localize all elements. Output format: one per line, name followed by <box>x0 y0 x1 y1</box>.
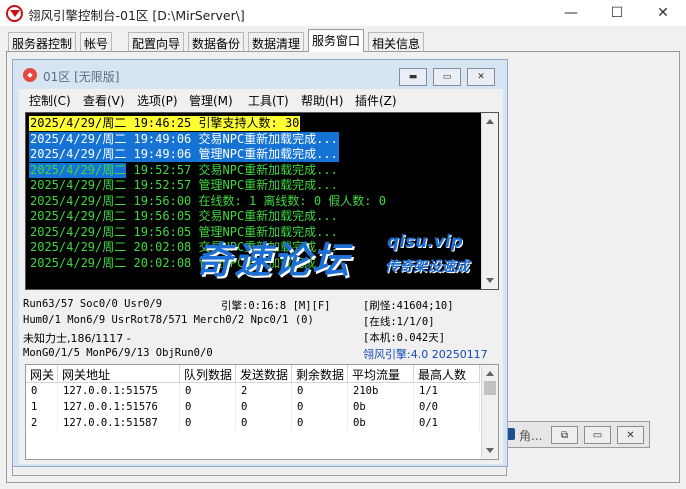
scroll-down-icon[interactable] <box>486 448 494 453</box>
column-header[interactable]: 网关地址 <box>58 365 180 383</box>
window-title: 翎风引擎控制台-01区 [D:\MirServer\] <box>28 8 245 23</box>
column-header[interactable]: 最高人数 <box>414 365 480 383</box>
cell-sent: 0 <box>236 399 292 415</box>
column-header[interactable]: 发送数据 <box>236 365 292 383</box>
cell-address: 127.0.0.1:51587 <box>58 415 180 431</box>
log-line: 2025/4/29/周二 19:56:00 在线数: 1 离线数: 0 假人数:… <box>29 193 387 209</box>
tab-data-backup[interactable]: 数据备份 <box>188 32 245 52</box>
log-line: 2025/4/29/周二 19:49:06 管理NPC重新加载完成... <box>29 147 339 162</box>
cell-gateway: 2 <box>26 415 58 431</box>
tab-server-control[interactable]: 服务器控制 <box>8 32 77 52</box>
column-header[interactable]: 网关 <box>26 365 58 383</box>
scroll-thumb[interactable] <box>484 381 496 395</box>
column-header[interactable]: 剩余数据 <box>292 365 348 383</box>
menu-control[interactable]: 控制(C) <box>29 92 71 109</box>
maximize-button[interactable]: ▭ <box>584 426 611 444</box>
tab-related-info[interactable]: 相关信息 <box>368 32 425 52</box>
cell-remaining: 0 <box>292 383 348 399</box>
log-line: 2025/4/29/周二 19:52:57 管理NPC重新加载完成... <box>29 178 339 193</box>
main-tabbar: 服务器控制 帐号 配置向导 数据备份 数据清理 服务窗口 相关信息 <box>0 26 686 52</box>
scroll-down-icon[interactable] <box>486 278 494 283</box>
menu-view[interactable]: 查看(V) <box>83 92 125 109</box>
child-content: 2025/4/29/周二 19:46:25 引擎支持人数: 30 2025/4/2… <box>19 110 503 464</box>
stat-spawn: [刷怪:41604;10] <box>363 300 454 312</box>
cell-max-users: 1/1 <box>414 383 480 399</box>
stat-online: [在线:1/1/0] <box>363 316 435 328</box>
cell-gateway: 0 <box>26 383 58 399</box>
tab-account[interactable]: 帐号 <box>80 32 113 52</box>
tab-service-window[interactable]: 服务窗口 <box>308 29 365 52</box>
child-close-button[interactable]: ✕ <box>467 68 495 86</box>
cell-remaining: 0 <box>292 399 348 415</box>
column-header[interactable]: 队列数据 <box>180 365 236 383</box>
stat-monster: 未知力士,186/1117 - <box>23 332 131 345</box>
column-header[interactable]: 平均流量 <box>348 365 414 383</box>
child-titlebar: ◆ 01区 [无限版] ▬ ▭ ✕ <box>13 60 507 88</box>
minimize-button[interactable]: — <box>548 0 594 26</box>
log-line: 2025/4/29/周二 19:56:05 交易NPC重新加载完成... <box>29 209 339 224</box>
cell-queue: 0 <box>180 399 236 415</box>
cell-traffic: 210b <box>348 383 414 399</box>
menu-plugins[interactable]: 插件(Z) <box>355 92 397 109</box>
table-scrollbar[interactable] <box>481 365 498 459</box>
server-child-window: ◆ 01区 [无限版] ▬ ▭ ✕ 控制(C) 查看(V) 选项(P) 管理(M… <box>12 59 508 467</box>
window-titlebar: 翎风引擎控制台-01区 [D:\MirServer\] — ☐ ✕ <box>0 0 686 26</box>
menu-help[interactable]: 帮助(H) <box>301 92 343 109</box>
menubar: 控制(C) 查看(V) 选项(P) 管理(M) 工具(T) 帮助(H) 插件(Z… <box>19 89 503 110</box>
background-window-title: 角... <box>519 429 543 443</box>
menu-manage[interactable]: 管理(M) <box>189 92 233 109</box>
log-line: 2025/4/29/周二 19:56:05 管理NPC重新加载完成... <box>29 224 339 240</box>
log-line: 2025/4/29/周二 20:02:08 交易NPC重新加载完成... <box>29 240 339 255</box>
cell-queue: 0 <box>180 383 236 399</box>
cell-queue: 0 <box>180 415 236 431</box>
stat-uptime: [本机:0.042天] <box>363 332 446 344</box>
scroll-up-icon[interactable] <box>486 371 494 376</box>
menu-tools[interactable]: 工具(T) <box>248 92 289 109</box>
cell-gateway: 1 <box>26 399 58 415</box>
menu-options[interactable]: 选项(P) <box>137 92 178 109</box>
gateway-table: 网关 网关地址 队列数据 发送数据 剩余数据 平均流量 最高人数 0 127.0… <box>25 364 499 460</box>
scroll-up-icon[interactable] <box>486 119 494 124</box>
log-line: 2025/4/29/周二 19:49:06 交易NPC重新加载完成... <box>29 131 339 147</box>
cell-max-users: 0/1 <box>414 415 480 431</box>
child-maximize-button[interactable]: ▭ <box>433 68 461 86</box>
cell-traffic: 0b <box>348 399 414 415</box>
child-title: 01区 [无限版] <box>43 70 120 84</box>
tab-config-wizard[interactable]: 配置向导 <box>128 32 185 52</box>
log-line: 2025/4/29/周二 19:52:57 交易NPC重新加载完成... <box>29 162 339 178</box>
close-button[interactable]: ✕ <box>617 426 644 444</box>
stat-mon-gen: MonG0/1/5 MonP6/9/13 ObjRun0/0 <box>23 347 213 359</box>
maximize-button[interactable]: ☐ <box>594 0 640 26</box>
child-minimize-button[interactable]: ▬ <box>399 68 427 86</box>
log-scrollbar[interactable] <box>481 113 498 289</box>
close-button[interactable]: ✕ <box>640 0 686 26</box>
cell-address: 127.0.0.1:51576 <box>58 399 180 415</box>
cell-max-users: 0/0 <box>414 399 480 415</box>
cell-sent: 2 <box>236 383 292 399</box>
log-console[interactable]: 2025/4/29/周二 19:46:25 引擎支持人数: 30 2025/4/2… <box>25 112 499 290</box>
cell-address: 127.0.0.1:51575 <box>58 383 180 399</box>
stat-engine-time: 引擎:0:16:8 [M][F] <box>221 300 331 312</box>
engine-version: 翎风引擎:4.0 20250117 <box>363 348 488 361</box>
tab-data-cleanup[interactable]: 数据清理 <box>248 32 305 52</box>
engine-icon: ◆ <box>23 68 37 82</box>
log-line: 2025/4/29/周二 20:02:08 管理NPC重新加载完成... <box>29 255 339 271</box>
cell-remaining: 0 <box>292 415 348 431</box>
restore-button[interactable]: ⧉ <box>551 426 578 444</box>
background-window[interactable]: 角... ⧉ ▭ ✕ <box>498 421 650 448</box>
stat-hum: Hum0/1 Mon6/9 UsrRot78/571 Merch0/2 Npc0… <box>23 314 314 326</box>
stat-run: Run63/57 Soc0/0 Usr0/9 <box>23 298 163 310</box>
cell-traffic: 0b <box>348 415 414 431</box>
log-line: 2025/4/29/周二 19:46:25 引擎支持人数: 30 <box>29 116 301 131</box>
cell-sent: 0 <box>236 415 292 431</box>
app-logo-icon <box>6 5 23 22</box>
